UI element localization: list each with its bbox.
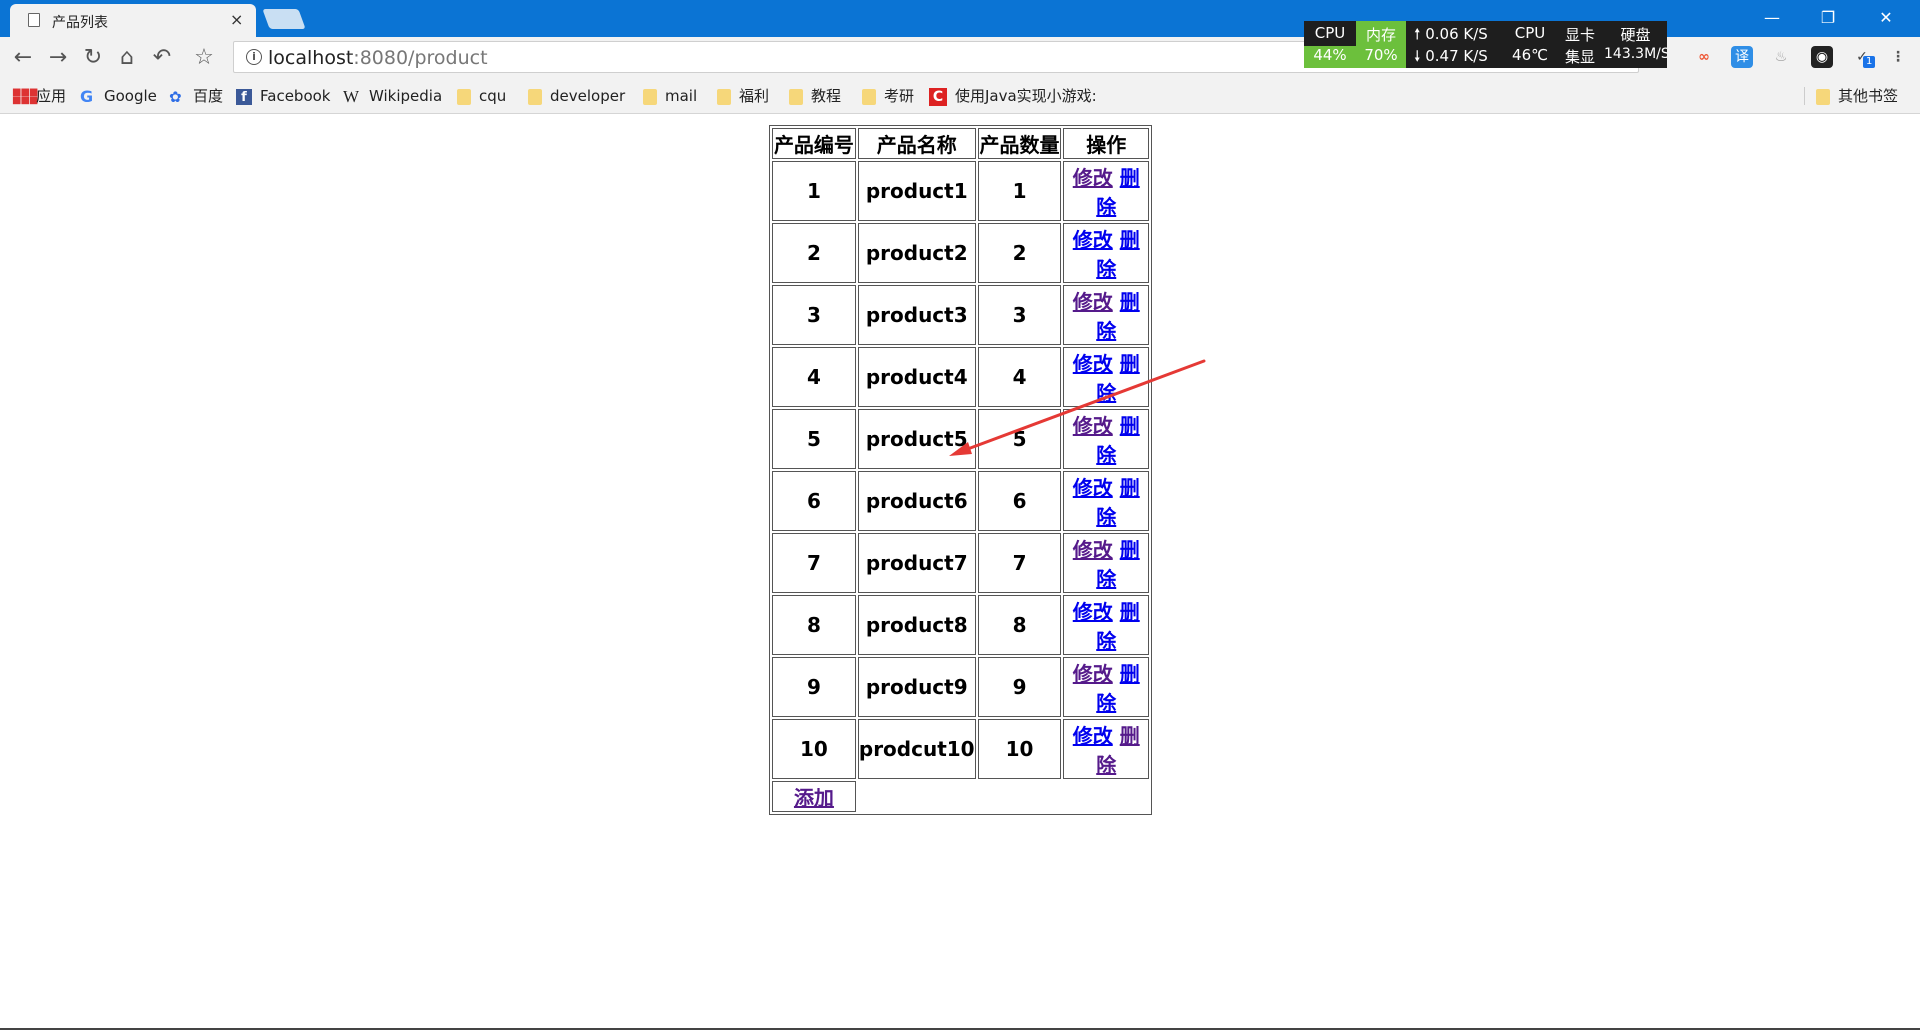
- bookmark-label: 教程: [811, 87, 842, 105]
- folder-icon: [789, 88, 803, 105]
- bookmark-google[interactable]: G Google: [80, 85, 157, 107]
- restore-button[interactable]: ❐: [1808, 4, 1848, 32]
- bookmark-folder-kaoyan[interactable]: 考研: [862, 85, 914, 107]
- bookmark-folder-developer[interactable]: developer: [528, 85, 625, 107]
- red-arrowhead: [949, 442, 972, 456]
- bookmark-label: 其他书签: [1838, 87, 1899, 105]
- cpu-usage: CPU 44%: [1304, 21, 1356, 68]
- tab-title: 产品列表: [52, 15, 108, 31]
- url-host: localhost: [268, 47, 354, 69]
- bookmark-star-icon[interactable]: ☆: [190, 44, 218, 72]
- upload-speed: 0.06 K/S: [1425, 25, 1488, 43]
- cpu-temp-value: 46℃: [1512, 46, 1548, 64]
- red-arrow-annotation: [963, 359, 1206, 452]
- bookmark-java-game[interactable]: C 使用Java实现小游戏:: [929, 85, 1097, 107]
- bookmark-folder-cqu[interactable]: cqu: [457, 85, 506, 107]
- folder-icon: [528, 88, 542, 105]
- apps-grid-icon: ■■■ ■■■: [12, 86, 38, 106]
- back-arrow-icon[interactable]: ←: [9, 44, 37, 72]
- bookmark-label: 福利: [739, 87, 770, 105]
- system-monitor-widget: CPU 44% 内存 70% 🠕 0.06 K/S 🠗 0.47 K/S CPU…: [1304, 21, 1667, 68]
- csdn-icon: C: [929, 87, 947, 106]
- baidu-paw-icon: ✿: [169, 87, 182, 106]
- folder-icon: [1816, 88, 1830, 105]
- facebook-icon: f: [236, 88, 252, 105]
- bookmark-label: developer: [550, 87, 626, 105]
- glasses-extension-icon[interactable]: ◉: [1811, 46, 1833, 68]
- bookmark-label: Wikipedia: [369, 87, 443, 105]
- google-icon: G: [80, 86, 94, 106]
- url-path: :8080/product: [353, 47, 488, 69]
- bookmark-baidu[interactable]: ✿ 百度: [169, 85, 223, 107]
- bookmark-facebook[interactable]: f Facebook: [236, 85, 330, 107]
- folder-icon: [717, 88, 731, 105]
- home-icon[interactable]: ⌂: [113, 44, 141, 72]
- undo-icon[interactable]: ↶: [148, 44, 176, 72]
- folder-icon: [643, 88, 657, 105]
- bookmark-folder-jiaocheng[interactable]: 教程: [789, 85, 841, 107]
- bookmark-folder-mail[interactable]: mail: [643, 85, 697, 107]
- browser-tab[interactable]: 产品列表 ×: [10, 4, 256, 37]
- folder-icon: [862, 88, 876, 105]
- extension-badge: 1: [1863, 56, 1876, 68]
- cpu-label: CPU: [1314, 24, 1346, 42]
- bookmark-label: 使用Java实现小游戏:: [955, 87, 1097, 105]
- gpu-info: 显卡 集显: [1556, 21, 1604, 68]
- bookmark-wikipedia[interactable]: W Wikipedia: [343, 85, 442, 107]
- bookmark-apps[interactable]: ■■■ ■■■应用: [12, 85, 66, 107]
- gpu-label: 显卡: [1564, 26, 1595, 44]
- gpu-value: 集显: [1564, 48, 1595, 66]
- download-arrow-icon: 🠗: [1414, 47, 1421, 65]
- forward-arrow-icon[interactable]: →: [44, 44, 72, 72]
- minimize-button[interactable]: —: [1752, 4, 1792, 32]
- reload-icon[interactable]: ↻: [79, 44, 107, 72]
- cpu-temp-label: CPU: [1514, 24, 1546, 42]
- bookmarks-separator: [1804, 87, 1805, 105]
- memory-usage: 内存 70%: [1356, 21, 1406, 68]
- annotation-overlay: [949, 359, 1206, 456]
- bookmarks-bar: ■■■ ■■■应用 G Google ✿ 百度 f Facebook W Wikipedi…: [0, 79, 1920, 114]
- bookmark-label: 百度: [193, 87, 224, 105]
- folder-icon: [457, 88, 471, 105]
- bookmark-label: 考研: [884, 87, 915, 105]
- checklist-extension-icon[interactable]: ✓ 1: [1851, 46, 1876, 68]
- bookmark-folder-other[interactable]: 其他书签: [1816, 85, 1898, 107]
- bookmark-label: Facebook: [260, 87, 331, 105]
- memory-value: 70%: [1364, 46, 1398, 64]
- bookmark-folder-fuli[interactable]: 福利: [717, 85, 769, 107]
- page-content: 产品编号 产品名称 产品数量 操作 1 product1 1 修改 删除 2 produc…: [0, 114, 1920, 1028]
- page-icon: [28, 13, 40, 27]
- menu-kebab-icon[interactable]: ⋮: [1887, 46, 1909, 68]
- disk-label: 硬盘: [1620, 26, 1651, 44]
- download-speed: 0.47 K/S: [1425, 47, 1488, 65]
- translate-extension-icon[interactable]: 译: [1731, 46, 1753, 68]
- close-window-button[interactable]: ✕: [1866, 4, 1906, 32]
- url-text[interactable]: localhost:8080/product: [268, 47, 488, 69]
- network-speed: 🠕 0.06 K/S 🠗 0.47 K/S: [1408, 21, 1504, 68]
- cpu-value: 44%: [1304, 46, 1356, 68]
- infinity-extension-icon[interactable]: ∞: [1693, 46, 1715, 68]
- new-tab-button[interactable]: [262, 9, 306, 29]
- disk-speed: 硬盘 143.3M/S: [1604, 21, 1667, 68]
- bookmark-label: mail: [665, 87, 698, 105]
- puzzle-extension-icon[interactable]: ♨: [1770, 46, 1792, 68]
- upload-arrow-icon: 🠕: [1414, 25, 1421, 43]
- cpu-temperature: CPU 46℃: [1504, 21, 1556, 68]
- wikipedia-icon: W: [343, 86, 360, 106]
- bookmark-label: cqu: [479, 87, 507, 105]
- disk-value: 143.3M/S: [1604, 46, 1667, 62]
- info-icon[interactable]: i: [246, 49, 262, 65]
- tab-close-icon[interactable]: ×: [230, 10, 243, 30]
- bookmark-label: Google: [104, 87, 157, 105]
- bookmark-label: 应用: [36, 87, 67, 105]
- memory-label: 内存: [1365, 26, 1396, 44]
